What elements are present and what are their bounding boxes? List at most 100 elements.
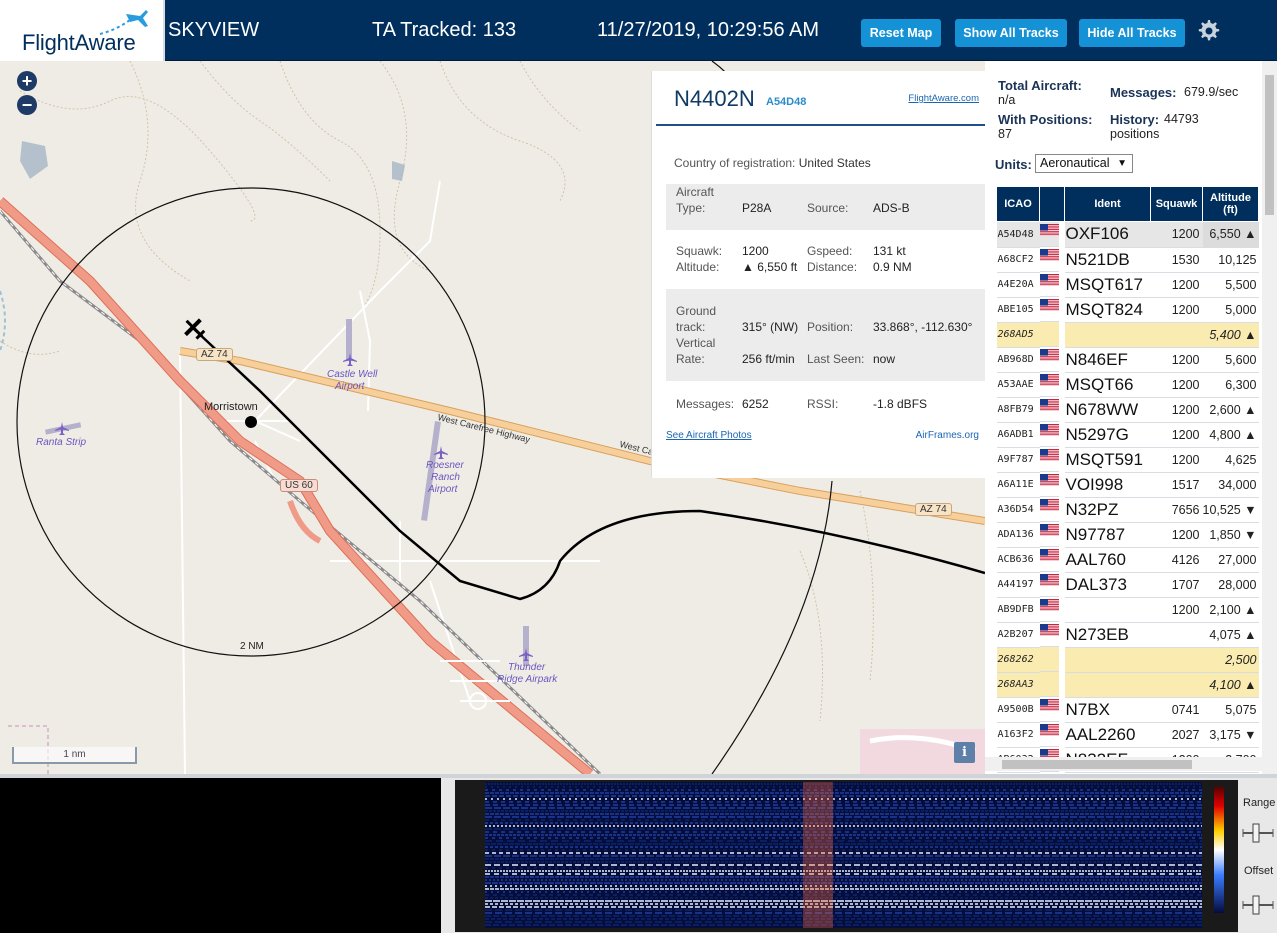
- flag-us-icon: [1039, 598, 1059, 611]
- cell-icao: A44197: [996, 572, 1040, 598]
- table-row[interactable]: AB968D N846EF 1200 5,600: [996, 347, 1259, 373]
- aircraft-type-value: P28A: [742, 201, 772, 215]
- table-row[interactable]: A53AAE MSQT66 1200 6,300: [996, 372, 1259, 398]
- units-label: Units:: [995, 157, 1032, 172]
- position-label: Position:: [807, 320, 854, 334]
- cell-altitude: 3,175 ▼: [1202, 722, 1259, 748]
- cell-flag: [1039, 672, 1059, 697]
- column-header-squawk[interactable]: Squawk: [1150, 186, 1203, 222]
- table-row[interactable]: A2B207 N273EB 4,075 ▲: [996, 622, 1259, 648]
- units-select[interactable]: Aeronautical ▼: [1035, 154, 1133, 173]
- map-label-range: 2 NM: [240, 641, 264, 652]
- table-row[interactable]: A68CF2 N521DB 1530 10,125: [996, 247, 1259, 273]
- cell-icao: A4E20A: [996, 272, 1040, 298]
- info-button[interactable]: i: [954, 742, 975, 763]
- airport-icon: [519, 648, 533, 661]
- spectrum-panel: Range Offset: [0, 774, 1277, 933]
- cell-squawk: 1200: [1150, 597, 1203, 623]
- flag-us-icon: [1039, 398, 1059, 411]
- table-row[interactable]: A163F2 AAL2260 2027 3,175 ▼: [996, 722, 1259, 748]
- horizontal-scrollbar[interactable]: [985, 757, 1262, 771]
- with-positions-label: With Positions:: [998, 112, 1093, 127]
- table-row[interactable]: ACB636 AAL760 4126 27,000: [996, 547, 1259, 573]
- zoom-in-button[interactable]: +: [17, 71, 37, 91]
- column-header-altitude[interactable]: Altitude (ft): [1202, 186, 1259, 222]
- column-header-flag[interactable]: [1039, 186, 1065, 222]
- flightaware-link[interactable]: FlightAware.com: [908, 93, 979, 104]
- cell-squawk: 1200: [1150, 297, 1203, 323]
- cell-icao: AB9DFB: [996, 597, 1040, 623]
- spectrogram-peak: [803, 782, 833, 928]
- table-row[interactable]: A8FB79 N678WW 1200 2,600 ▲: [996, 397, 1259, 423]
- table-row[interactable]: AB9DFB 1200 2,100 ▲: [996, 597, 1259, 623]
- cell-altitude: 2,600 ▲: [1202, 397, 1259, 423]
- table-row[interactable]: A6A11E VOI998 1517 34,000: [996, 472, 1259, 498]
- flag-us-icon: [1039, 723, 1059, 736]
- table-row[interactable]: A54D48 OXF106 1200 6,550 ▲: [996, 221, 1259, 248]
- color-scale-bar: [1214, 787, 1224, 913]
- cell-flag: [1039, 722, 1059, 747]
- cell-ident: [1064, 322, 1151, 348]
- table-row[interactable]: A44197 DAL373 1707 28,000: [996, 572, 1259, 598]
- table-row[interactable]: ADA136 N97787 1200 1,850 ▼: [996, 522, 1259, 548]
- column-header-icao[interactable]: ICAO: [996, 186, 1040, 222]
- squawk-block: Squawk: 1200 Gspeed: 131 kt Altitude: ▲ …: [666, 243, 986, 283]
- airport-icon: [55, 422, 69, 435]
- table-row[interactable]: A6ADB1 N5297G 1200 4,800 ▲: [996, 422, 1259, 448]
- cell-flag: [1039, 547, 1059, 572]
- aircraft-table: ICAO Ident Squawk Altitude (ft) A54D48 OX…: [996, 186, 1259, 773]
- table-row[interactable]: ABE105 MSQT824 1200 5,000: [996, 297, 1259, 323]
- gear-icon[interactable]: [1196, 18, 1220, 42]
- map-label-ranta-strip: Ranta Strip: [36, 437, 87, 448]
- cell-icao: A9500B: [996, 697, 1040, 723]
- table-row[interactable]: A36D54 N32PZ 7656 10,525 ▼: [996, 497, 1259, 523]
- aircraft-table-body: A54D48 OXF106 1200 6,550 ▲ A68CF2 N521DB 1530 1…: [996, 221, 1259, 773]
- aircraft-photos-link[interactable]: See Aircraft Photos: [666, 430, 752, 441]
- cell-altitude: 2,500: [1202, 647, 1259, 673]
- reset-map-button[interactable]: Reset Map: [861, 19, 941, 47]
- flightaware-logo[interactable]: FlightAware: [0, 0, 165, 61]
- cell-ident: DAL373: [1064, 572, 1151, 598]
- table-row[interactable]: A9500B N7BX 0741 5,075: [996, 697, 1259, 723]
- offset-slider[interactable]: [1241, 894, 1275, 916]
- table-row[interactable]: 268AD5 5,400 ▲: [996, 322, 1259, 348]
- column-header-ident[interactable]: Ident: [1064, 186, 1151, 222]
- squawk-label: Squawk:: [676, 244, 723, 258]
- cell-icao: AB968D: [996, 347, 1040, 373]
- cell-squawk: 0741: [1150, 697, 1203, 723]
- table-row[interactable]: 268AA3 4,100 ▲: [996, 672, 1259, 698]
- cell-squawk: 1200: [1150, 422, 1203, 448]
- cell-icao: A9F787: [996, 447, 1040, 473]
- airframes-link[interactable]: AirFrames.org: [916, 430, 979, 441]
- history-unit: positions: [1110, 127, 1160, 141]
- vertical-scrollbar[interactable]: [1262, 61, 1277, 774]
- zoom-out-button[interactable]: −: [17, 95, 37, 115]
- scroll-thumb[interactable]: [1265, 75, 1274, 215]
- messages-block: Messages: 6252 RSSI: -1.8 dBFS: [666, 396, 986, 416]
- cell-squawk: 1707: [1150, 572, 1203, 598]
- aircraft-sidebar: Total Aircraft: n/a With Positions: 87 M…: [985, 61, 1277, 774]
- road-shield-us60: US 60: [280, 479, 318, 492]
- cell-flag: [1039, 472, 1059, 497]
- cell-icao: ADA136: [996, 522, 1040, 548]
- cell-altitude: 5,000: [1202, 297, 1259, 323]
- table-row[interactable]: 268262 2,500: [996, 647, 1259, 673]
- cell-ident: OXF106: [1064, 221, 1151, 248]
- show-all-tracks-button[interactable]: Show All Tracks: [955, 19, 1067, 47]
- distance-value: 0.9 NM: [873, 260, 912, 274]
- aircraft-icon[interactable]: [181, 316, 207, 342]
- flag-us-icon: [1039, 273, 1059, 286]
- cell-ident: N7BX: [1064, 697, 1151, 723]
- table-row[interactable]: A9F787 MSQT591 1200 4,625: [996, 447, 1259, 473]
- range-slider[interactable]: [1241, 822, 1275, 844]
- table-row[interactable]: A4E20A MSQT617 1200 5,500: [996, 272, 1259, 298]
- cell-squawk: 1200: [1150, 347, 1203, 373]
- scroll-thumb[interactable]: [1002, 760, 1192, 769]
- vertical-rate-label-2: Rate:: [676, 352, 705, 366]
- road-shield-az74: AZ 74: [196, 348, 233, 361]
- hide-all-tracks-button[interactable]: Hide All Tracks: [1079, 19, 1185, 47]
- cell-flag: [1039, 222, 1059, 247]
- flag-us-icon: [1039, 498, 1059, 511]
- country-label: Country of registration:: [674, 156, 796, 170]
- cell-squawk: [1150, 322, 1203, 348]
